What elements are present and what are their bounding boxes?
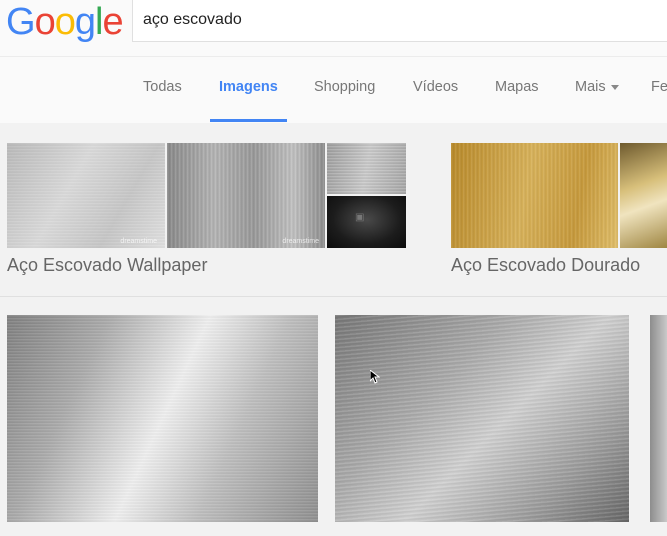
- search-box[interactable]: [132, 0, 667, 42]
- tab-mapas[interactable]: Mapas: [495, 79, 539, 95]
- collection-thumb[interactable]: ▣: [327, 196, 406, 248]
- collection-thumb[interactable]: dreamstime: [7, 143, 165, 248]
- collection-thumb[interactable]: [451, 143, 618, 248]
- mouse-cursor-icon: [370, 370, 380, 384]
- tab-ferramentas[interactable]: Fe: [651, 79, 667, 95]
- tab-mais-label: Mais: [575, 79, 606, 95]
- logo-letter: g: [74, 1, 96, 43]
- thumb-watermark: dreamstime: [282, 238, 319, 245]
- logo-letter: G: [6, 1, 36, 43]
- logo-letter: e: [102, 1, 123, 43]
- collection-title[interactable]: Aço Escovado Wallpaper: [7, 255, 207, 276]
- section-divider: [0, 296, 667, 297]
- search-input[interactable]: [143, 9, 663, 31]
- image-result[interactable]: [650, 315, 667, 522]
- collection-thumb[interactable]: dreamstime: [167, 143, 325, 248]
- image-results: dreamstime dreamstime ▣ Aço Escovado Wal…: [0, 123, 667, 536]
- google-logo[interactable]: Google: [6, 1, 124, 43]
- image-result[interactable]: [7, 315, 318, 522]
- logo-letter: o: [34, 1, 56, 43]
- tab-imagens[interactable]: Imagens: [219, 79, 278, 95]
- search-tabs: Todas Imagens Shopping Vídeos Mapas Mais…: [0, 57, 667, 123]
- logo-letter: o: [54, 1, 76, 43]
- tab-mais[interactable]: Mais: [575, 79, 619, 95]
- collection-title[interactable]: Aço Escovado Dourado: [451, 255, 640, 276]
- collection-thumb[interactable]: [327, 143, 406, 194]
- active-tab-indicator: [210, 119, 287, 122]
- image-result[interactable]: [335, 315, 629, 522]
- thumb-watermark: dreamstime: [120, 238, 157, 245]
- tab-videos[interactable]: Vídeos: [413, 79, 458, 95]
- dropdown-caret-icon: [610, 84, 619, 90]
- tab-todas[interactable]: Todas: [143, 79, 182, 95]
- tab-shopping[interactable]: Shopping: [314, 79, 375, 95]
- logo-letter: l: [94, 1, 104, 43]
- thumb-logo-icon: ▣: [355, 212, 365, 223]
- search-header: Google: [0, 0, 667, 57]
- collection-thumb[interactable]: [620, 143, 667, 248]
